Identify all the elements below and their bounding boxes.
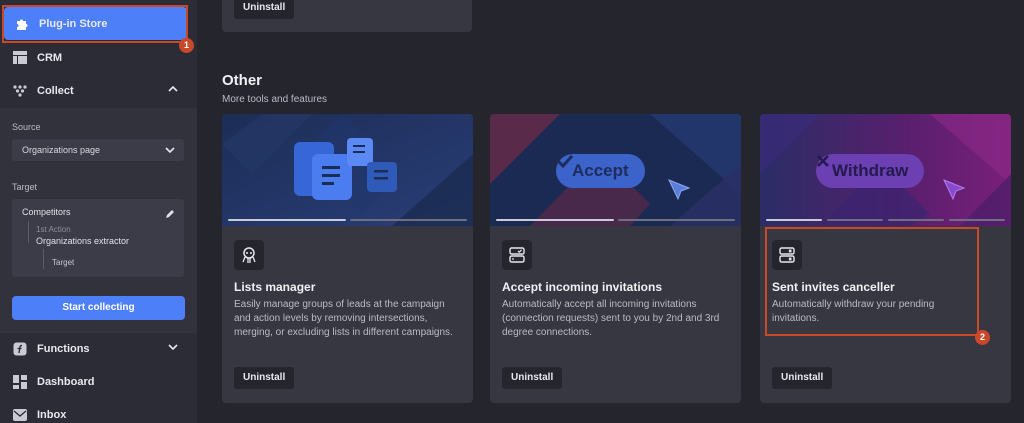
banner-progress-active xyxy=(228,219,346,221)
annotation-badge-1: 1 xyxy=(179,38,194,53)
target-action: 1st Action xyxy=(36,225,71,234)
nav-crm-label: CRM xyxy=(37,51,63,64)
chevron-down-icon[interactable] xyxy=(167,341,179,356)
accept-pill-label: Accept xyxy=(572,161,629,180)
card-banner: Accept xyxy=(490,114,741,226)
section-title: Other xyxy=(222,72,263,89)
cursor-icon xyxy=(943,179,966,201)
target-label: Target xyxy=(12,182,38,192)
target-name: Competitors xyxy=(22,207,71,217)
dashboard-icon xyxy=(12,374,28,390)
accept-pill: Accept xyxy=(556,154,645,188)
target-box[interactable]: Competitors 1st Action Organizations ext… xyxy=(12,199,184,277)
funnel-dots-icon xyxy=(12,83,28,99)
card-banner xyxy=(222,114,473,226)
plugin-card-accept-invitations: Accept Accept incoming invitations Autom… xyxy=(490,114,741,403)
function-icon xyxy=(12,341,28,357)
withdraw-pill: Withdraw xyxy=(816,154,925,188)
checkmark-icon xyxy=(556,154,574,168)
nav-inbox[interactable]: Inbox xyxy=(0,398,197,423)
cursor-icon xyxy=(668,179,691,201)
uninstall-button[interactable]: Uninstall xyxy=(502,367,563,389)
banner-progress xyxy=(350,219,467,221)
tree-line xyxy=(28,221,29,243)
nav-collect[interactable]: Collect xyxy=(0,74,197,107)
uninstall-button[interactable]: Uninstall xyxy=(234,367,295,389)
card-banner: Withdraw xyxy=(760,114,1011,226)
nav-collect-label: Collect xyxy=(37,84,74,97)
section-subtitle: More tools and features xyxy=(222,94,328,105)
card-description: Automatically accept all incoming invita… xyxy=(502,299,720,338)
collect-panel: Source Organizations page Target Competi… xyxy=(0,108,197,333)
nav-functions-label: Functions xyxy=(37,342,90,355)
main-content: Uninstall Other More tools and features xyxy=(197,0,1024,423)
withdraw-pill-label: Withdraw xyxy=(832,161,909,180)
card-title: Accept incoming invitations xyxy=(502,280,663,294)
banner-progress-active xyxy=(496,219,614,221)
uninstall-button[interactable]: Uninstall xyxy=(234,0,295,19)
target-sub: Target xyxy=(52,258,75,267)
source-select-value: Organizations page xyxy=(22,145,101,155)
previous-plugin-card: Uninstall xyxy=(222,0,472,32)
nav-crm[interactable]: CRM xyxy=(0,41,197,74)
card-description: Easily manage groups of leads at the cam… xyxy=(234,299,453,338)
table-icon xyxy=(12,50,28,66)
uninstall-button[interactable]: Uninstall xyxy=(772,367,833,389)
server-check-icon xyxy=(502,240,532,270)
pencil-icon[interactable] xyxy=(165,206,175,224)
banner-progress-active xyxy=(766,219,822,221)
source-label: Source xyxy=(12,122,41,132)
octopus-icon xyxy=(234,240,264,270)
chevron-up-icon[interactable] xyxy=(167,83,179,98)
mail-icon xyxy=(12,407,28,423)
sidebar: Plug-in Store CRM Collect Source Organiz… xyxy=(0,0,197,423)
nav-functions[interactable]: Functions xyxy=(0,332,197,365)
card-title: Lists manager xyxy=(234,280,316,294)
annotation-badge-2: 2 xyxy=(975,330,990,345)
nav-dashboard-label: Dashboard xyxy=(37,375,95,388)
nav-inbox-label: Inbox xyxy=(37,408,67,421)
banner-progress xyxy=(827,219,883,221)
chevron-down-icon xyxy=(164,144,176,158)
x-icon xyxy=(817,155,829,167)
banner-progress xyxy=(618,219,735,221)
tree-line xyxy=(43,249,44,269)
banner-progress xyxy=(949,219,1005,221)
plugin-card-lists-manager: Lists manager Easily manage groups of le… xyxy=(222,114,473,403)
source-select[interactable]: Organizations page xyxy=(12,139,184,161)
start-collecting-button[interactable]: Start collecting xyxy=(12,296,185,320)
target-extractor: Organizations extractor xyxy=(36,236,130,246)
highlight-box-2 xyxy=(765,227,979,336)
nav-dashboard[interactable]: Dashboard xyxy=(0,365,197,398)
banner-progress xyxy=(888,219,944,221)
highlight-box-1 xyxy=(2,5,188,43)
